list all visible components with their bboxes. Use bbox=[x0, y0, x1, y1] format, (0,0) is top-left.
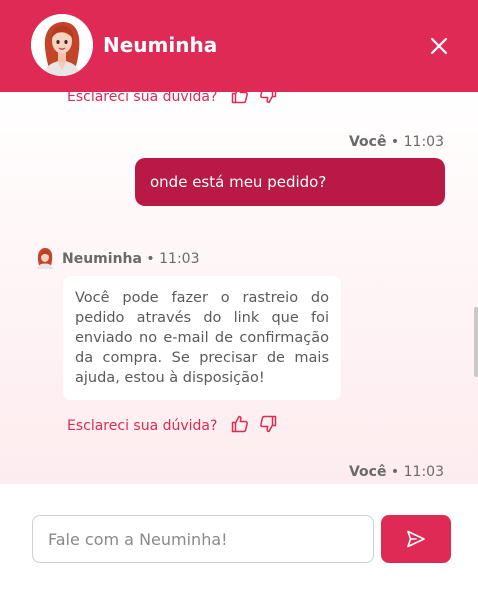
message-time: 11:03 bbox=[403, 464, 444, 480]
thumbs-up-icon[interactable] bbox=[230, 414, 250, 434]
send-button[interactable] bbox=[381, 515, 451, 563]
thumbs-down-icon[interactable] bbox=[258, 92, 278, 105]
message-time: 11:03 bbox=[159, 251, 200, 267]
feedback-question: Esclareci sua dúvida? bbox=[67, 418, 218, 434]
user-message-meta: Você • 11:03 bbox=[349, 133, 444, 151]
composer bbox=[0, 484, 478, 599]
bot-message-meta: Neuminha • 11:03 bbox=[62, 250, 199, 268]
bot-message-bubble: Você pode fazer o rastreio do pedido atr… bbox=[63, 276, 341, 400]
previous-feedback-row: Esclareci sua dúvida? bbox=[67, 92, 278, 107]
send-icon bbox=[407, 530, 425, 548]
user-message-bubble: onde está meu pedido? bbox=[135, 158, 445, 206]
message-list[interactable]: Esclareci sua dúvida? Você • 11:03 onde … bbox=[0, 92, 478, 484]
meta-separator: • bbox=[390, 464, 404, 480]
close-icon bbox=[430, 37, 448, 55]
bot-avatar-icon bbox=[35, 247, 55, 269]
thumbs-up-icon[interactable] bbox=[230, 92, 250, 105]
feedback-question: Esclareci sua dúvida? bbox=[67, 92, 218, 105]
thumbs-down-icon[interactable] bbox=[258, 414, 278, 434]
feedback-row: Esclareci sua dúvida? bbox=[67, 414, 278, 436]
message-sender: Você bbox=[348, 464, 387, 480]
scrollbar[interactable] bbox=[474, 307, 478, 377]
woman-avatar-icon bbox=[31, 14, 93, 76]
chat-widget: Neuminha Esclareci sua dúvida? Você • 11… bbox=[0, 0, 478, 599]
user-message-text: onde está meu pedido? bbox=[150, 173, 327, 191]
message-time: 11:03 bbox=[403, 134, 444, 150]
chat-header: Neuminha bbox=[0, 0, 478, 92]
message-input[interactable] bbox=[33, 516, 373, 562]
message-input-wrapper bbox=[32, 515, 374, 563]
header-title: Neuminha bbox=[103, 33, 218, 57]
user-message-meta: Você • 11:03 bbox=[349, 463, 444, 481]
message-sender: Neuminha bbox=[62, 251, 142, 267]
bot-message-text: Você pode fazer o rastreio do pedido atr… bbox=[75, 290, 329, 386]
message-sender: Você bbox=[348, 134, 387, 150]
meta-separator: • bbox=[146, 251, 160, 267]
meta-separator: • bbox=[390, 134, 404, 150]
close-button[interactable] bbox=[426, 33, 452, 59]
